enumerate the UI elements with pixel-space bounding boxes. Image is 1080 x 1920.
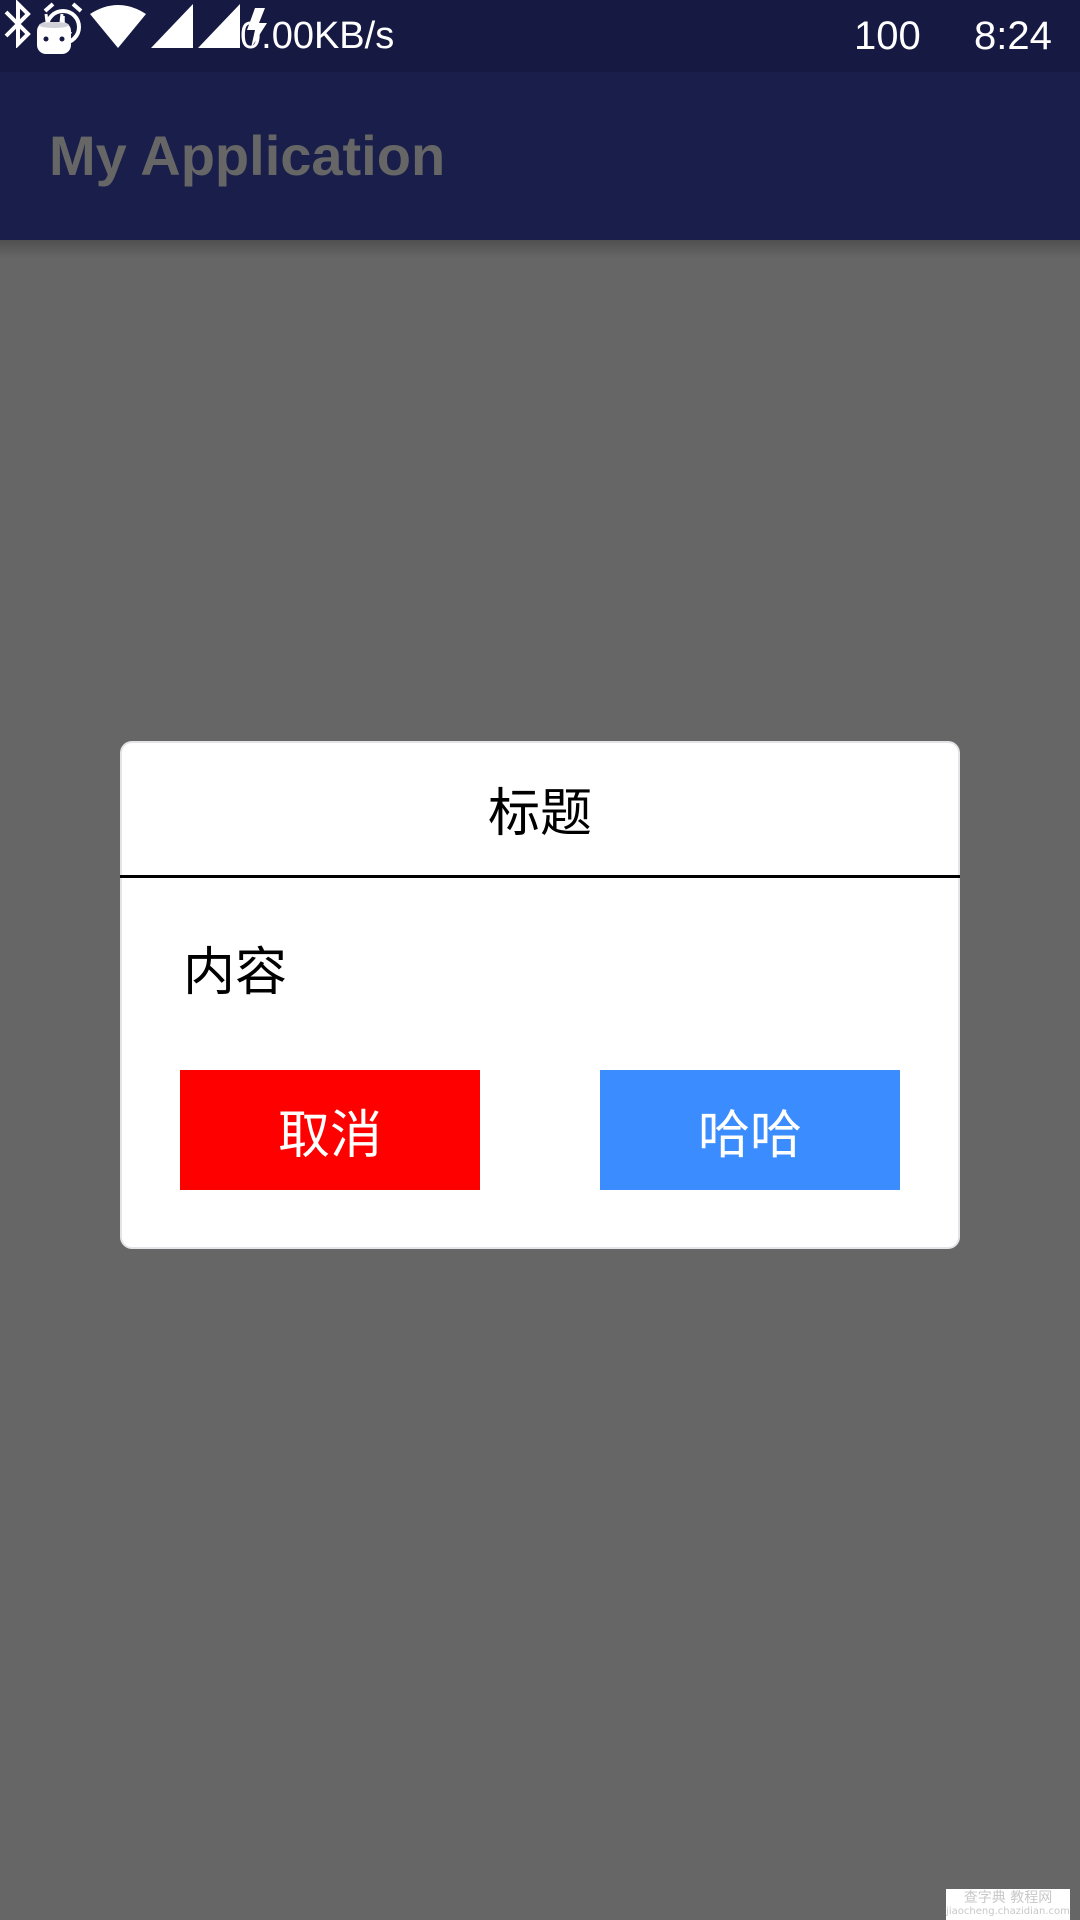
android-icon (37, 13, 71, 54)
watermark: 查字典 教程网 jiaocheng.chazidian.com (946, 1889, 1070, 1920)
wifi-icon (90, 5, 147, 48)
network-speed: 0.00KB/s (240, 15, 395, 57)
dialog-divider (120, 875, 960, 878)
confirm-button[interactable]: 哈哈 (600, 1070, 900, 1190)
status-bar: 0.00KB/s 100 8:24 (0, 0, 1080, 72)
cell-signal-icon (151, 4, 194, 48)
watermark-url: jiaocheng.chazidian.com (946, 1906, 1070, 1917)
watermark-title: 查字典 教程网 (963, 1890, 1053, 1906)
dialog: 标题 内容 取消 哈哈 (120, 741, 960, 1249)
app-bar-shadow (0, 240, 1080, 258)
dialog-title: 标题 (487, 783, 592, 844)
battery-level: 100 (854, 14, 921, 58)
cell-signal-icon (198, 4, 241, 48)
dialog-content: 内容 (183, 943, 288, 1003)
app-bar: My Application (0, 72, 1080, 240)
app-title: My Application (49, 124, 446, 187)
bluetooth-icon (4, 0, 31, 49)
cancel-button[interactable]: 取消 (180, 1070, 480, 1190)
clock: 8:24 (974, 14, 1052, 58)
